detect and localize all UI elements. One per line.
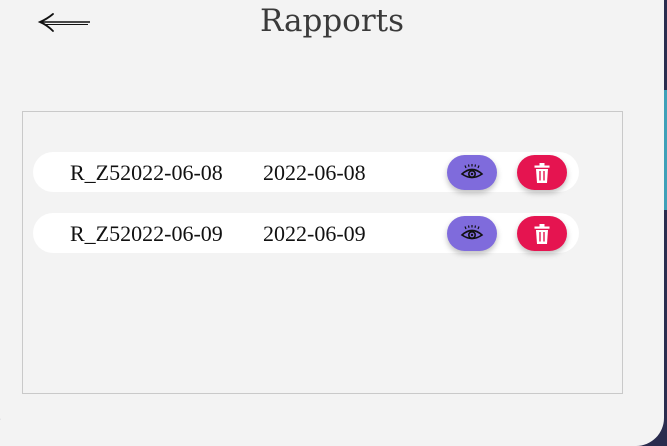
- report-row: R_Z52022-06-09 2022-06-09: [33, 213, 579, 253]
- report-name: R_Z52022-06-09: [70, 221, 223, 246]
- trash-icon: [534, 162, 550, 183]
- view-report-button[interactable]: [447, 216, 497, 251]
- delete-report-button[interactable]: [517, 155, 567, 190]
- view-report-button[interactable]: [447, 155, 497, 190]
- trash-icon: [534, 223, 550, 244]
- reports-list: R_Z52022-06-08 2022-06-08 R_Z52022-06-09…: [22, 111, 623, 394]
- delete-report-button[interactable]: [517, 216, 567, 251]
- report-row: R_Z52022-06-08 2022-06-08: [33, 152, 579, 192]
- app-panel: Rapports R_Z52022-06-08 2022-06-08 R_Z52…: [0, 0, 664, 446]
- page-title: Rapports: [259, 3, 405, 39]
- report-name: R_Z52022-06-08: [70, 160, 223, 185]
- report-date: 2022-06-09: [263, 221, 366, 246]
- eye-icon: [460, 224, 484, 239]
- eye-icon: [460, 163, 484, 178]
- report-date: 2022-06-08: [263, 160, 366, 185]
